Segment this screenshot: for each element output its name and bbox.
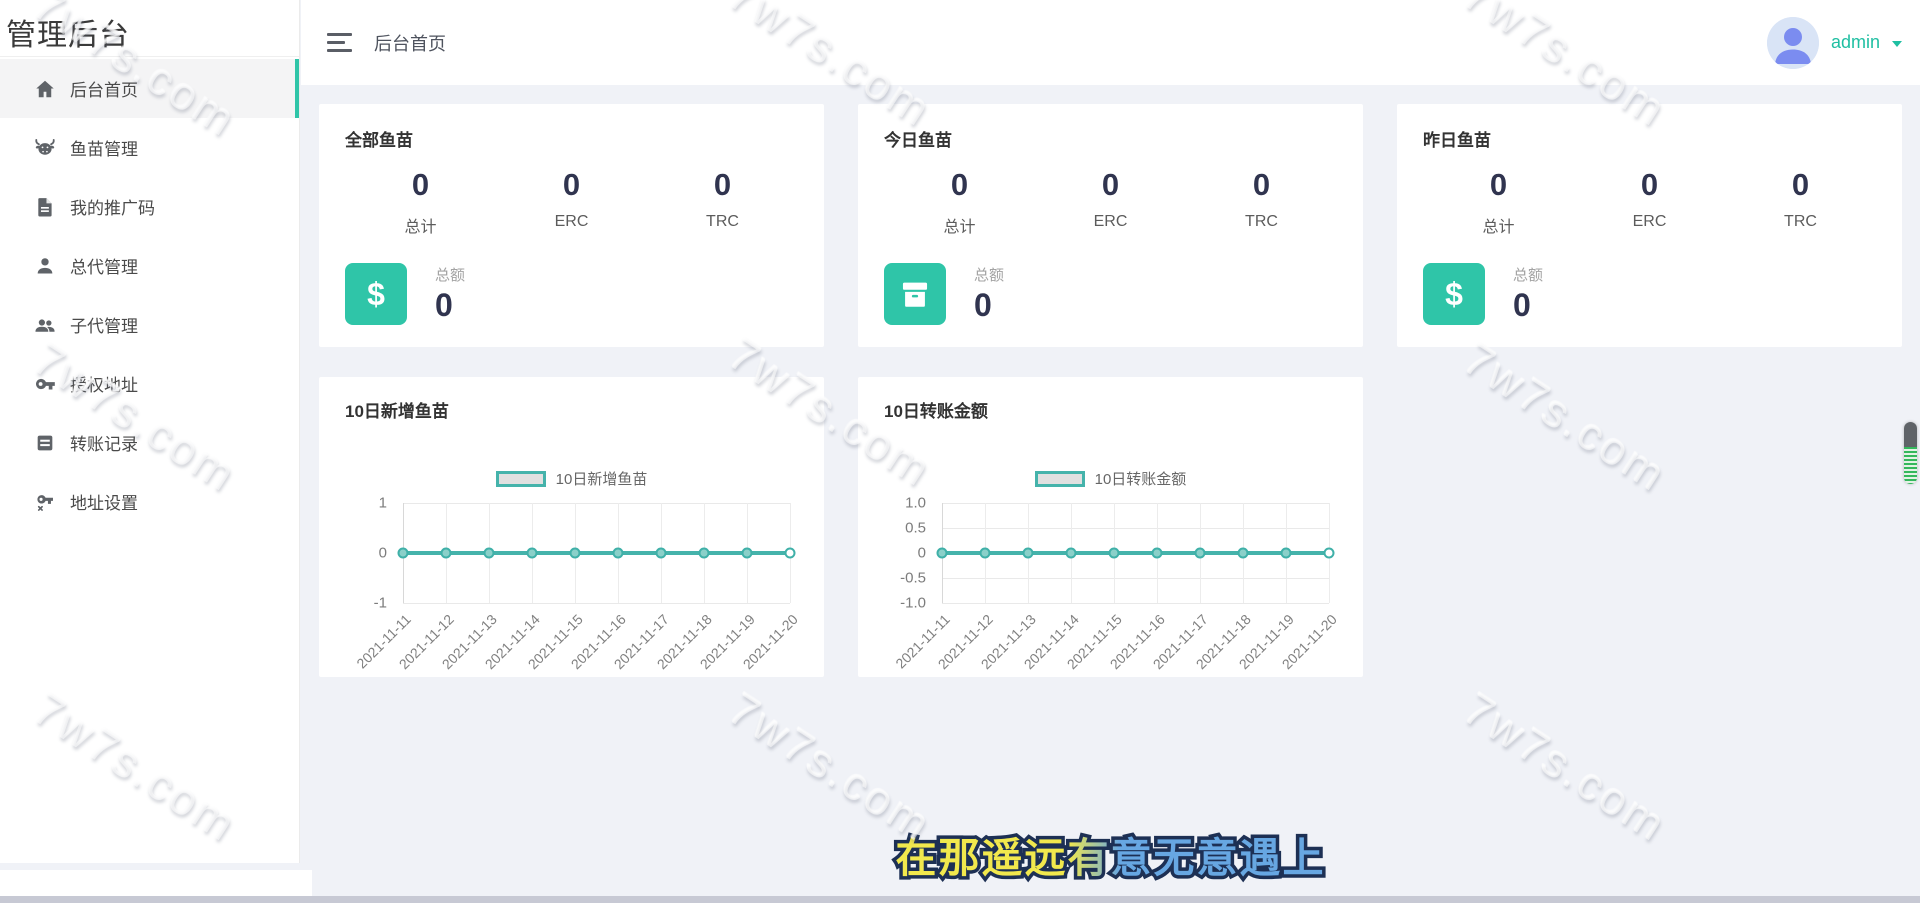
sidebar-item-promo-code[interactable]: 我的推广码 — [0, 177, 299, 236]
cow-icon — [34, 137, 56, 159]
dollar-icon: $ — [345, 263, 407, 325]
card-today-fry: 今日鱼苗 0 总计 0 ERC 0 TRC — [858, 104, 1363, 347]
sidebar-item-label: 我的推广码 — [70, 194, 155, 219]
sidebar-item-sub-agents[interactable]: 子代管理 — [0, 295, 299, 354]
card-title: 昨日鱼苗 — [1423, 126, 1876, 151]
video-subtitle: 在那遥远有意无意遇上 在那遥远有意无意遇上 — [301, 836, 1920, 881]
total-value: 0 — [1513, 287, 1543, 324]
total-value: 0 — [974, 287, 1004, 324]
line-chart-plot: 1.0 0.5 0 -0.5 -1.0 — [942, 503, 1329, 603]
sidebar-item-transfer-records[interactable]: 转账记录 — [0, 413, 299, 472]
stat-trc: 0 TRC — [647, 167, 798, 237]
document-icon — [34, 196, 56, 218]
avatar — [1767, 17, 1819, 69]
chart-title: 10日转账金额 — [884, 397, 1337, 422]
y-tick: 0 — [918, 545, 926, 562]
sidebar-item-label: 鱼苗管理 — [70, 135, 138, 160]
stat-cards-row: 全部鱼苗 0 总计 0 ERC 0 TRC $ 总额 0 — [319, 104, 1902, 347]
sidebar: 管理后台 后台首页 鱼苗管理 — [0, 0, 300, 863]
x-axis-labels: 2021-11-11 2021-11-12 2021-11-13 2021-11… — [942, 603, 1329, 687]
card-yesterday-fry: 昨日鱼苗 0 总计 0 ERC 0 TRC $ 总额 0 — [1397, 104, 1902, 347]
y-tick: 1 — [379, 495, 387, 512]
legend-swatch — [496, 471, 546, 487]
stat-total: 0 总计 — [1423, 167, 1574, 237]
home-icon — [34, 78, 56, 100]
stat-erc: 0 ERC — [496, 167, 647, 237]
sidebar-item-fry-management[interactable]: 鱼苗管理 — [0, 118, 299, 177]
horizontal-scrollbar[interactable] — [0, 896, 1920, 903]
top-header: 后台首页 admin — [301, 0, 1920, 85]
main-content: 全部鱼苗 0 总计 0 ERC 0 TRC $ 总额 0 — [301, 85, 1920, 863]
y-tick: 0.5 — [905, 520, 926, 537]
sidebar-item-label: 转账记录 — [70, 430, 138, 455]
person-icon — [34, 255, 56, 277]
total-label: 总额 — [1513, 264, 1543, 285]
archive-box-icon — [884, 263, 946, 325]
chart-new-fry-10d: 10日新增鱼苗 10日新增鱼苗 1 0 -1 2021-11-11 2021-1… — [319, 377, 824, 677]
legend-swatch — [1035, 471, 1085, 487]
total-label: 总额 — [435, 264, 465, 285]
x-axis-labels: 2021-11-11 2021-11-12 2021-11-13 2021-11… — [403, 603, 790, 687]
y-tick: -1 — [374, 595, 387, 612]
chart-transfer-amount-10d: 10日转账金额 10日转账金额 1.0 0.5 0 -0.5 -1.0 2021… — [858, 377, 1363, 677]
sidebar-item-authorized-address[interactable]: 授权地址 — [0, 354, 299, 413]
stat-trc: 0 TRC — [1186, 167, 1337, 237]
total-label: 总额 — [974, 264, 1004, 285]
card-all-fry: 全部鱼苗 0 总计 0 ERC 0 TRC $ 总额 0 — [319, 104, 824, 347]
sidebar-item-label: 总代管理 — [70, 253, 138, 278]
stat-erc: 0 ERC — [1574, 167, 1725, 237]
key-icon — [34, 373, 56, 395]
chart-title: 10日新增鱼苗 — [345, 397, 798, 422]
hamburger-menu-icon[interactable] — [327, 33, 352, 52]
sidebar-menu: 后台首页 鱼苗管理 — [0, 57, 299, 531]
key-off-icon — [34, 491, 56, 513]
chart-legend[interactable]: 10日新增鱼苗 — [345, 468, 798, 489]
stat-trc: 0 TRC — [1725, 167, 1876, 237]
y-tick: 1.0 — [905, 495, 926, 512]
footer-panel — [0, 870, 312, 896]
sidebar-item-label: 授权地址 — [70, 371, 138, 396]
list-icon — [34, 432, 56, 454]
chevron-down-icon — [1892, 41, 1902, 47]
total-value: 0 — [435, 287, 465, 324]
app-title: 管理后台 — [0, 0, 299, 57]
data-line — [403, 551, 790, 555]
sidebar-item-general-agents[interactable]: 总代管理 — [0, 236, 299, 295]
group-icon — [34, 314, 56, 336]
breadcrumb: 后台首页 — [374, 30, 446, 56]
chart-legend[interactable]: 10日转账金额 — [884, 468, 1337, 489]
data-line — [942, 551, 1329, 555]
stat-erc: 0 ERC — [1035, 167, 1186, 237]
sidebar-item-label: 后台首页 — [70, 76, 138, 101]
sidebar-item-address-settings[interactable]: 地址设置 — [0, 472, 299, 531]
line-chart-plot: 1 0 -1 — [403, 503, 790, 603]
dollar-icon: $ — [1423, 263, 1485, 325]
scroll-indicator[interactable] — [1904, 422, 1917, 484]
username: admin — [1831, 32, 1880, 53]
sidebar-item-dashboard[interactable]: 后台首页 — [0, 59, 299, 118]
y-tick: -0.5 — [900, 570, 926, 587]
stat-total: 0 总计 — [345, 167, 496, 237]
charts-row: 10日新增鱼苗 10日新增鱼苗 1 0 -1 2021-11-11 2021-1… — [319, 377, 1902, 677]
card-title: 今日鱼苗 — [884, 126, 1337, 151]
stat-total: 0 总计 — [884, 167, 1035, 237]
user-menu[interactable]: admin — [1767, 17, 1902, 69]
y-tick: 0 — [379, 545, 387, 562]
card-title: 全部鱼苗 — [345, 126, 798, 151]
y-tick: -1.0 — [900, 595, 926, 612]
sidebar-item-label: 子代管理 — [70, 312, 138, 337]
sidebar-item-label: 地址设置 — [70, 489, 138, 514]
